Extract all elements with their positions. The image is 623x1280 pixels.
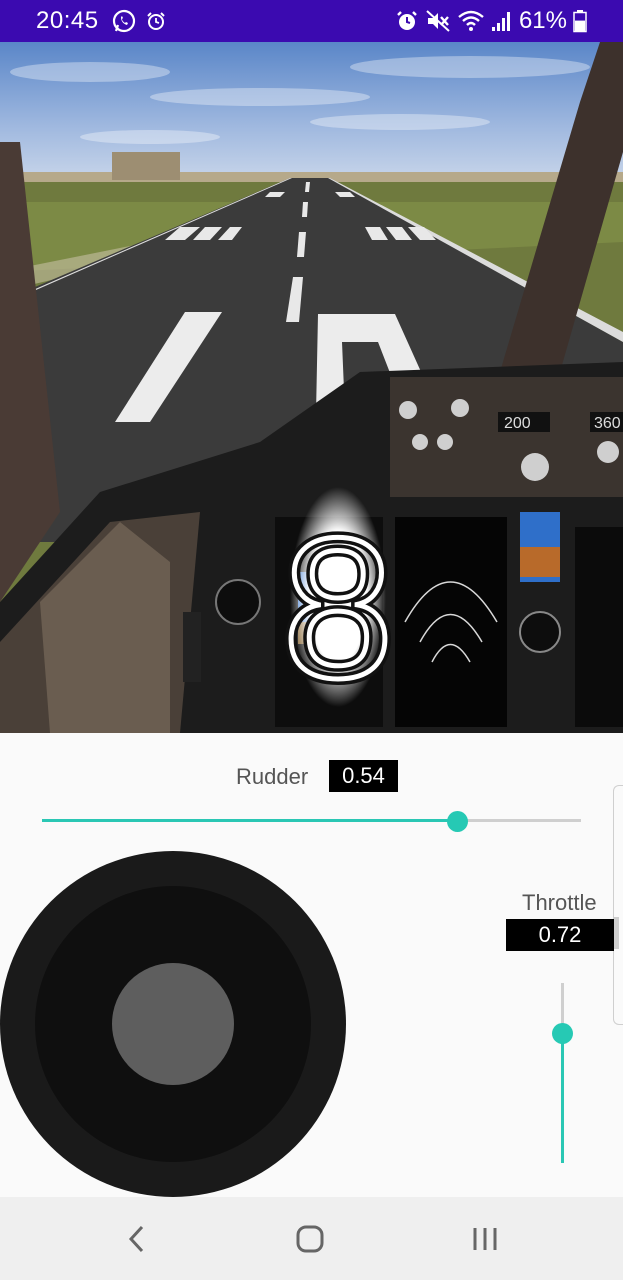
rudder-value: 0.54 <box>329 760 398 792</box>
hangar <box>112 152 180 180</box>
back-icon <box>128 1225 144 1252</box>
status-left-icons <box>112 9 166 33</box>
wifi-icon <box>458 10 484 31</box>
back-button[interactable] <box>92 1197 182 1280</box>
throttle-slider-thumb[interactable] <box>552 1023 573 1044</box>
side-drawer-edge[interactable] <box>613 785 623 1025</box>
overlay-digit: 8 <box>282 497 393 720</box>
system-nav-bar <box>0 1197 623 1280</box>
cockpit-scene: 200 360 8 8 <box>0 42 623 733</box>
alarm-icon <box>147 12 165 30</box>
rudder-slider-thumb[interactable] <box>447 811 468 832</box>
heading-readout: 360 <box>594 415 621 432</box>
signal-icon <box>491 12 510 31</box>
speed-readout: 200 <box>504 415 531 432</box>
status-time: 20:45 <box>36 7 99 34</box>
throttle-slider-fill <box>561 1033 564 1163</box>
throttle-value: 0.72 <box>506 919 614 951</box>
alarm-icon <box>397 11 417 30</box>
battery-icon <box>573 10 587 33</box>
throttle-slider-track[interactable] <box>561 983 564 1163</box>
recents-icon <box>473 1227 497 1250</box>
flight-camera-view: 200 360 8 8 <box>0 42 623 733</box>
status-right: 61% <box>395 7 587 35</box>
whatsapp-icon <box>112 9 136 33</box>
rudder-slider-track[interactable] <box>42 819 581 822</box>
battery-percent: 61% <box>518 7 567 34</box>
status-bar: 20:45 61% <box>0 0 623 42</box>
control-panel: Rudder 0.54 Throttle 0.72 <box>0 733 623 1197</box>
rudder-label: Rudder <box>236 764 309 789</box>
home-button[interactable] <box>265 1197 355 1280</box>
throttle-label: Throttle <box>522 890 597 915</box>
rudder-slider-fill <box>42 819 457 822</box>
navigation-display <box>395 517 507 727</box>
mute-icon <box>426 10 450 32</box>
recents-button[interactable] <box>440 1197 530 1280</box>
joystick-knob[interactable] <box>112 963 234 1085</box>
home-icon <box>296 1225 324 1252</box>
